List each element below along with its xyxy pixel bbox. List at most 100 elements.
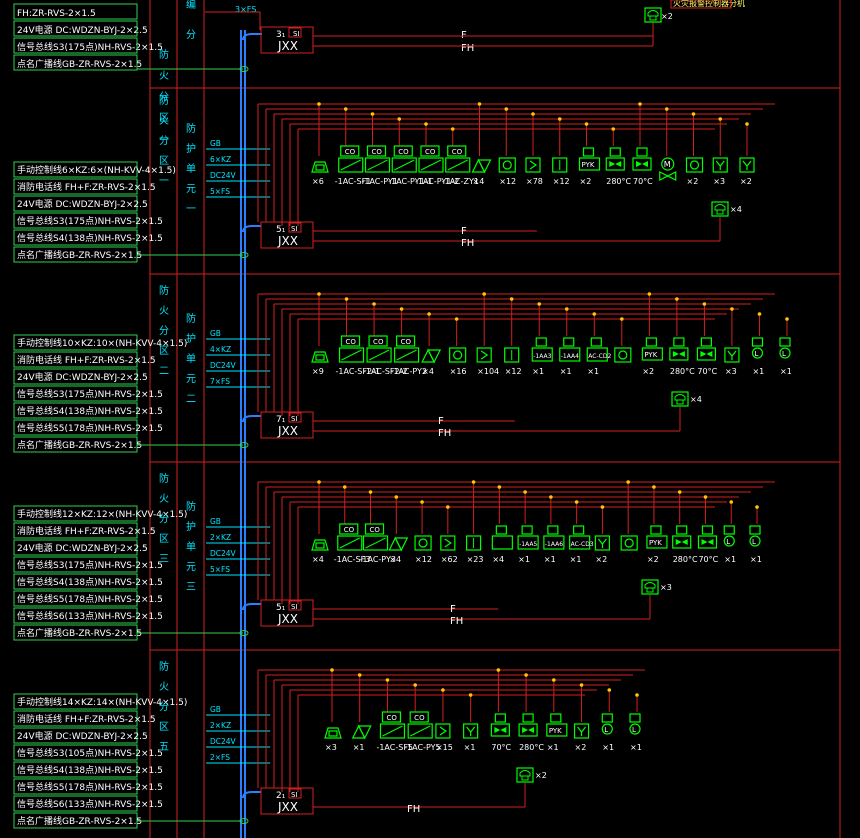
module-code-text: CO (346, 338, 357, 346)
top-box-label: JXX (277, 39, 298, 53)
module-icon: CO (379, 711, 406, 739)
bell-icon (471, 158, 492, 174)
mod2-icon: -1AA5 (517, 525, 539, 550)
device-label: ×4 (492, 555, 504, 564)
sd-frame (435, 723, 451, 739)
device-label: ×4 (422, 367, 434, 376)
bell-shape (351, 724, 366, 739)
unit-char: 一 (186, 204, 196, 215)
tap-dot (394, 495, 399, 499)
unit-char: 单 (186, 163, 196, 175)
device-label: ×1 (518, 555, 530, 564)
tap-dot (368, 490, 373, 494)
mod2-code: -1AA5 (519, 541, 537, 548)
unit-char: 防 (186, 500, 196, 513)
smoke-icon (414, 535, 432, 551)
valve-top (701, 525, 714, 535)
device-label: 280°C (606, 177, 631, 186)
sd-icon (440, 535, 456, 551)
zone-char: 区 (159, 721, 169, 733)
module-icon: CO (418, 145, 444, 173)
module-diag (394, 159, 415, 171)
pyk-text: PYK (582, 161, 595, 169)
pyk-top (645, 337, 657, 347)
bus-label: GB (210, 705, 221, 714)
tap-dot (509, 297, 514, 301)
telephone-base (716, 209, 724, 215)
y-icon (712, 157, 728, 173)
valve-icon (632, 147, 652, 171)
fire-alarm-riser-diagram: FH:ZR-RVS-2×1.5 24V电源 DC:WDZN-BYJ-2×2.5 … (13, 0, 841, 838)
tap-dot (557, 117, 562, 121)
module-code-text: CO (372, 148, 383, 156)
smoke-frame (620, 535, 638, 551)
tap-dot (549, 495, 553, 499)
tap-dot (592, 312, 597, 316)
cable-label: 信号总线S5(178点)NH-RVS-2×1.5 (17, 593, 163, 605)
telephone-handset (644, 582, 656, 589)
module-diag (409, 725, 431, 737)
tap-dot (450, 127, 455, 131)
mod2-code: -1AA6 (545, 541, 563, 548)
bus-label: 4×KZ (210, 345, 231, 354)
telephone-icon (711, 201, 729, 217)
device-label: ×1 (560, 367, 572, 376)
smoke-circle (418, 538, 428, 548)
valve-wings (522, 727, 535, 733)
device-label: 280°C (519, 743, 544, 752)
jxx-si: SI (291, 603, 298, 611)
module-icon: CO (366, 335, 392, 363)
zone-char: 区 (159, 533, 169, 545)
zone-char: 区 (159, 345, 169, 357)
zone-char: 防 (159, 284, 169, 297)
y-shape (597, 538, 607, 548)
device-label: ×12 (415, 555, 432, 564)
mod2-top (590, 337, 602, 347)
bus-label: 6×KZ (210, 155, 231, 164)
top-cable-2: 24V电源 DC:WDZN-BYJ-2×2.5 (17, 24, 148, 36)
module-code-text: CO (373, 338, 384, 346)
smoke-circle (689, 160, 700, 170)
section-4: 手动控制线14×KZ:14×(NH-KVV-4×1.5)消防电话线 FH+F:Z… (13, 660, 645, 829)
unit-char: 二 (186, 394, 196, 405)
zone-char: 火 (159, 305, 169, 317)
zone-char: 防 (159, 94, 169, 107)
tap-dot (574, 500, 579, 504)
vertical-trunk (240, 30, 262, 838)
bus-label: 5×FS (210, 565, 230, 574)
tap-dot (552, 678, 556, 682)
bell-shape (388, 536, 403, 551)
tap-dot (537, 302, 542, 306)
zone-char: 三 (159, 554, 169, 565)
mod2-top (573, 525, 585, 535)
tap-dot (729, 500, 734, 504)
module-icon: CO (391, 145, 417, 173)
device-label: ×2 (687, 177, 699, 186)
device-label: 280°C (673, 555, 698, 564)
cable-label: 信号总线S4(138点)NH-RVS-2×1.5 (17, 576, 163, 588)
l-text: L (782, 350, 786, 358)
speaker-icon (311, 539, 329, 551)
tap-dot (647, 292, 652, 296)
module-diag (447, 159, 468, 171)
valve-wings (494, 727, 507, 733)
cable-label: 24V电源 DC:WDZN-BYJ-2×2.5 (17, 730, 148, 742)
phone-count: ×4 (730, 205, 742, 214)
device-label: ×1 (587, 367, 599, 376)
module-diag (382, 725, 403, 737)
l-top (723, 525, 735, 535)
fh-label: FH (450, 616, 463, 627)
smoke-icon (620, 535, 638, 551)
bus-label: GB (210, 329, 221, 338)
device-label: ×3 (713, 177, 725, 186)
smoke-icon (498, 157, 516, 173)
tap-dot (523, 490, 527, 494)
unit-char: 单 (186, 353, 196, 365)
valve-wings (675, 539, 688, 545)
unit-char: 单 (186, 541, 196, 553)
valve-icon (605, 147, 625, 171)
top-cable-1: FH:ZR-RVS-2×1.5 (17, 9, 96, 19)
bell-shape2 (477, 159, 492, 174)
module-icon: CO (393, 335, 420, 363)
bell-icon (351, 724, 372, 740)
